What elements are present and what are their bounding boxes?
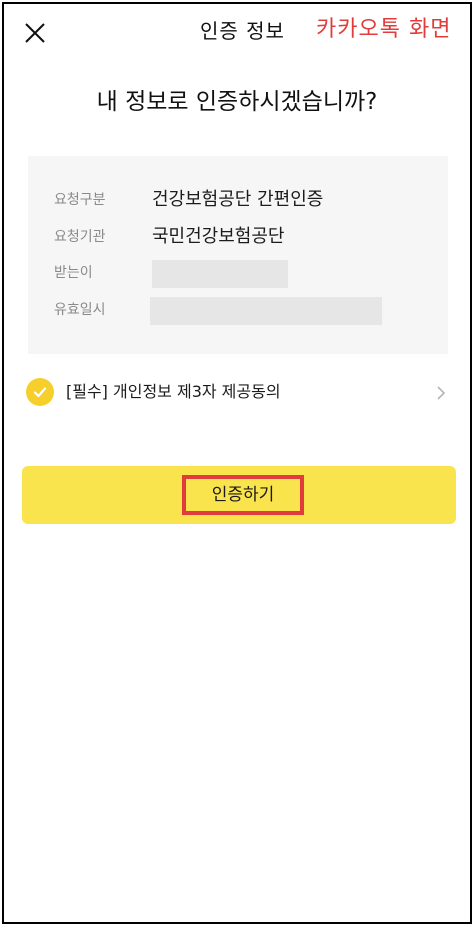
info-row-requester: 요청기관 국민건강보험공단 bbox=[28, 222, 448, 252]
redacted-valid-until bbox=[150, 297, 382, 325]
header: 인증 정보 카카오톡 화면 bbox=[4, 4, 470, 60]
info-label: 유효일시 bbox=[54, 302, 106, 318]
close-icon bbox=[25, 23, 45, 43]
auth-question: 내 정보로 인증하시겠습니까? bbox=[96, 89, 378, 115]
info-value: 건강보험공단 간편인증 bbox=[152, 189, 324, 210]
info-label: 요청기관 bbox=[54, 229, 106, 245]
info-card: 요청구분 건강보험공단 간편인증 요청기관 국민건강보험공단 받는이 유효일시 bbox=[28, 156, 448, 354]
info-row-request-type: 요청구분 건강보험공단 간편인증 bbox=[28, 185, 448, 215]
info-label: 받는이 bbox=[54, 265, 93, 281]
info-value: 국민건강보험공단 bbox=[152, 226, 285, 247]
auth-button-highlight: 인증하기 bbox=[182, 475, 304, 515]
consent-detail-link[interactable] bbox=[434, 383, 448, 403]
info-row-valid-until: 유효일시 bbox=[28, 295, 448, 325]
redacted-recipient bbox=[152, 260, 288, 288]
consent-checkbox[interactable] bbox=[26, 378, 54, 406]
annotation-label: 카카오톡 화면 bbox=[316, 17, 452, 42]
phone-screen: 인증 정보 카카오톡 화면 내 정보로 인증하시겠습니까? 요청구분 건강보험공… bbox=[2, 2, 472, 924]
close-button[interactable] bbox=[18, 16, 52, 50]
auth-button-label: 인증하기 bbox=[211, 485, 275, 505]
check-icon bbox=[33, 387, 47, 398]
info-label: 요청구분 bbox=[54, 192, 106, 208]
consent-row[interactable]: [필수] 개인정보 제3자 제공동의 bbox=[26, 374, 452, 412]
auth-button[interactable]: 인증하기 bbox=[22, 466, 456, 524]
consent-text: [필수] 개인정보 제3자 제공동의 bbox=[66, 382, 281, 401]
chevron-right-icon bbox=[437, 386, 446, 400]
info-row-recipient: 받는이 bbox=[28, 258, 448, 288]
header-title: 인증 정보 bbox=[200, 19, 285, 43]
